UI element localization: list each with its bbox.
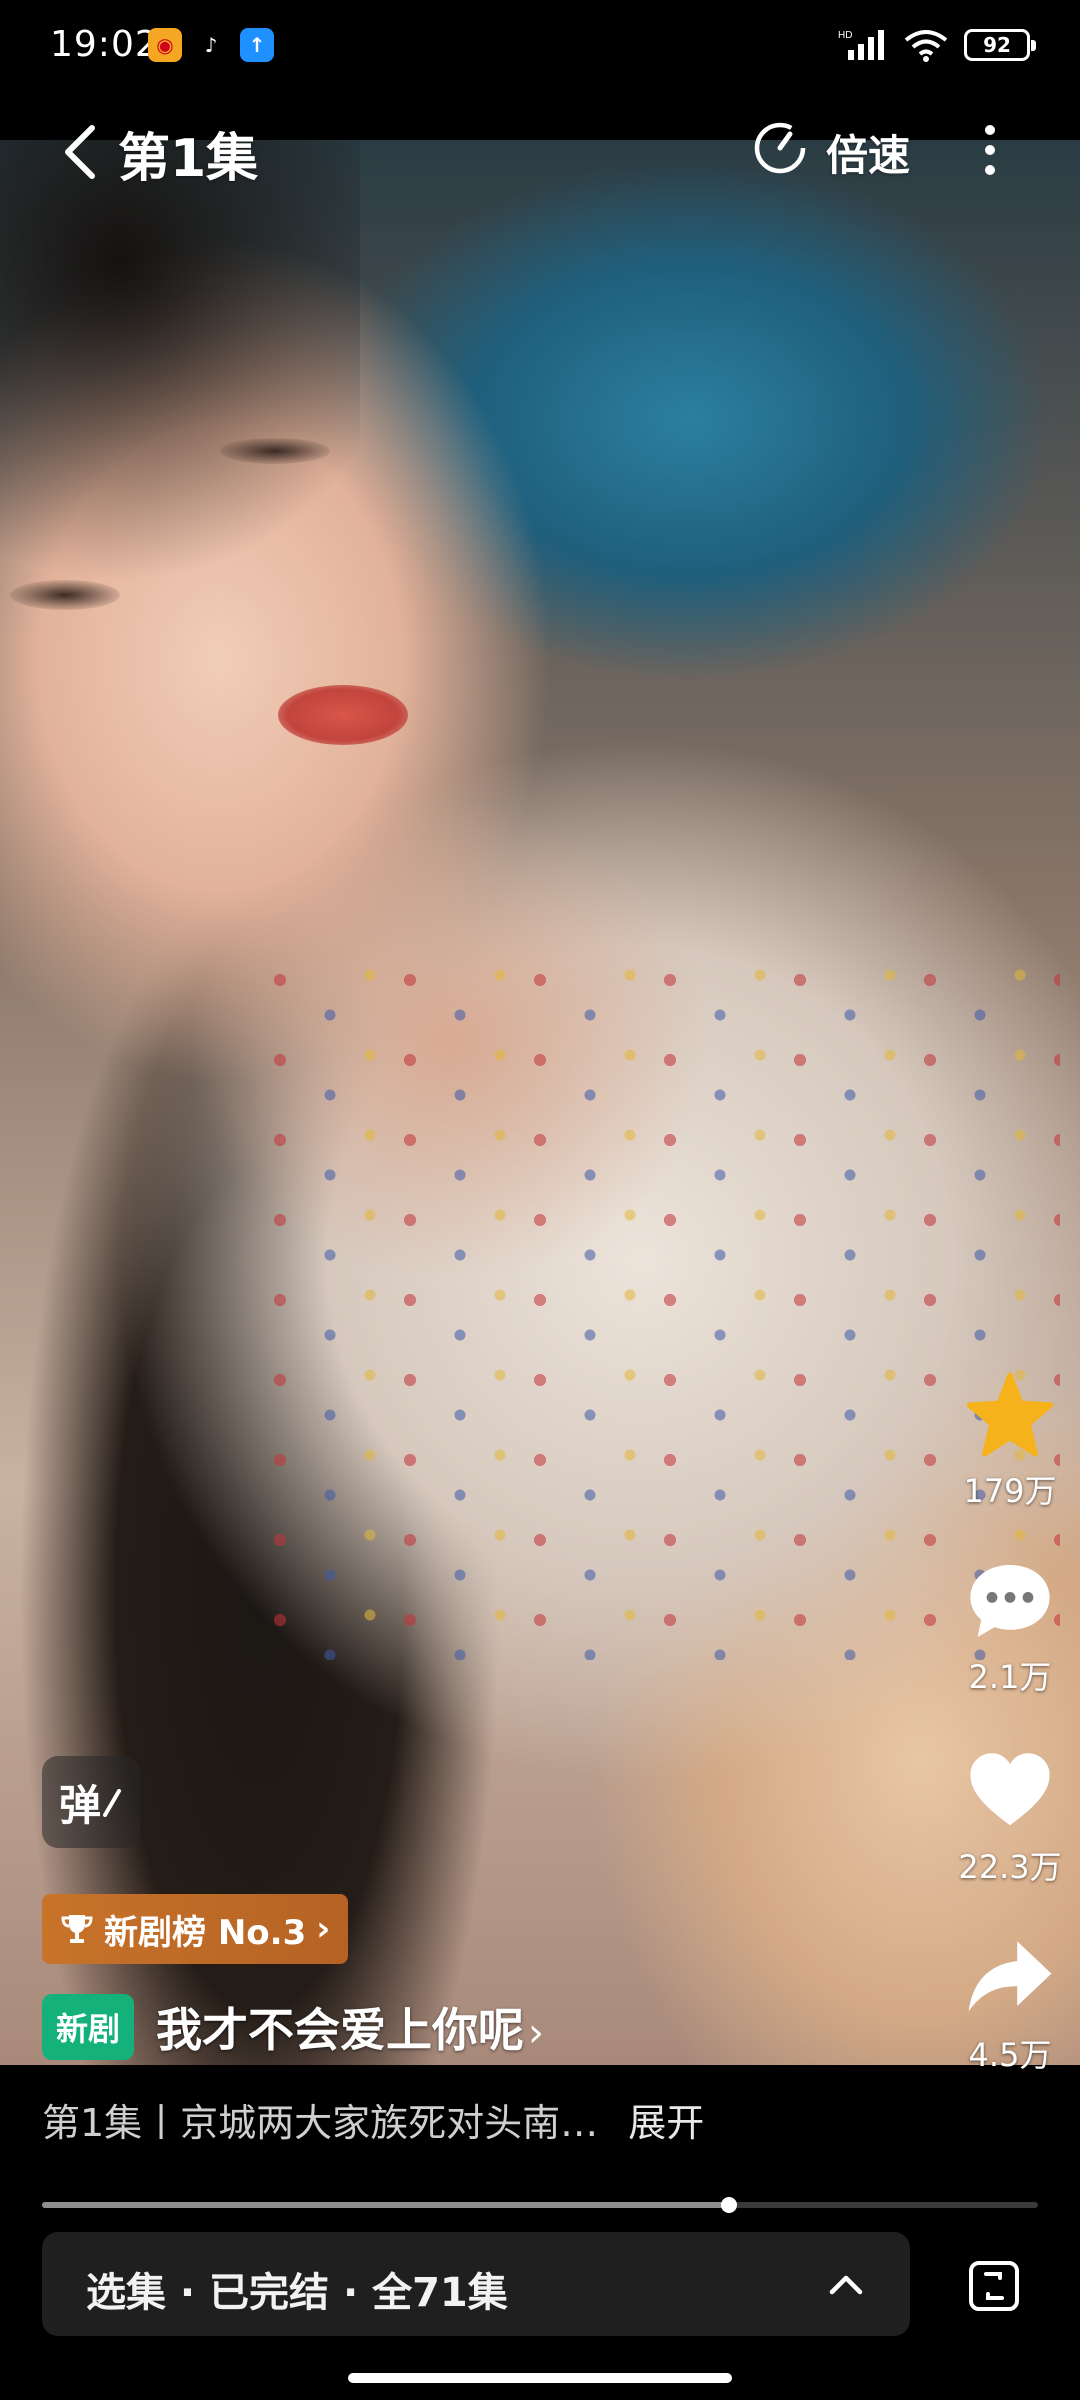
video-player[interactable] bbox=[0, 140, 1080, 2065]
progress-handle[interactable] bbox=[721, 2197, 738, 2213]
like-count: 22.3万 bbox=[958, 1848, 1062, 1886]
like-button[interactable]: 22.3万 bbox=[945, 1746, 1075, 1888]
video-frame-detail bbox=[260, 960, 1060, 1660]
speed-button[interactable]: 倍速 bbox=[826, 122, 910, 183]
playback-progress-bar[interactable] bbox=[42, 2197, 1038, 2213]
network-type: HD bbox=[838, 30, 852, 41]
upload-icon: ↑ bbox=[240, 28, 274, 62]
status-app-icons: ◉ ♪ ↑ bbox=[148, 28, 274, 62]
rank-label: 新剧榜 No.3 bbox=[104, 1912, 307, 1953]
expand-button[interactable]: 展开 bbox=[628, 2101, 704, 2145]
description-text: 第1集丨京城两大家族死对头南… bbox=[42, 2101, 599, 2145]
status-time: 19:02 bbox=[50, 24, 159, 65]
video-frame-detail bbox=[10, 580, 120, 610]
new-drama-tag: 新剧 bbox=[42, 1994, 135, 2060]
comment-button[interactable]: 2.1万 bbox=[945, 1556, 1075, 1698]
back-arrow-icon[interactable] bbox=[56, 122, 106, 182]
weibo-icon: ◉ bbox=[148, 28, 182, 62]
chevron-up-icon[interactable] bbox=[824, 2262, 868, 2306]
favorite-count: 179万 bbox=[963, 1472, 1057, 1510]
episode-selector-label: 选集 · 已完结 · 全71集 bbox=[86, 2270, 508, 2316]
share-count: 4.5万 bbox=[968, 2036, 1052, 2074]
wifi-icon bbox=[904, 30, 948, 62]
tiktok-icon: ♪ bbox=[194, 28, 228, 62]
heart-icon bbox=[970, 1753, 1050, 1826]
episode-title: 第1集 bbox=[118, 129, 259, 189]
more-options-icon[interactable] bbox=[972, 120, 1008, 180]
chevron-right-icon: › bbox=[528, 2010, 545, 2056]
chevron-right-icon: › bbox=[316, 1909, 331, 1949]
top-bar: 第1集 倍速 bbox=[0, 92, 1080, 212]
episode-selector-bar[interactable]: 选集 · 已完结 · 全71集 bbox=[42, 2232, 910, 2336]
signal-icon: HD bbox=[838, 30, 884, 60]
share-arrow-icon bbox=[968, 1941, 1052, 2012]
battery-icon: 92 bbox=[964, 29, 1036, 61]
progress-fill bbox=[42, 2202, 730, 2208]
drama-title-row[interactable]: 新剧 我才不会爱上你呢 › bbox=[42, 1994, 544, 2060]
favorite-button[interactable]: 179万 bbox=[945, 1370, 1075, 1512]
status-bar: 19:02 ◉ ♪ ↑ HD 92 bbox=[0, 0, 1080, 92]
home-indicator[interactable] bbox=[348, 2373, 732, 2383]
pen-icon bbox=[103, 1789, 121, 1817]
comment-icon bbox=[970, 1565, 1050, 1637]
star-icon bbox=[966, 1372, 1054, 1457]
share-button[interactable]: 4.5万 bbox=[945, 1934, 1075, 2076]
video-frame-detail bbox=[278, 685, 408, 745]
trophy-icon bbox=[61, 1915, 93, 1943]
fullscreen-icon[interactable] bbox=[966, 2258, 1022, 2314]
danmu-label: 弹 bbox=[58, 1780, 101, 1830]
drama-title: 我才不会爱上你呢 bbox=[156, 2003, 525, 2057]
danmu-toggle-button[interactable]: 弹 bbox=[42, 1756, 140, 1848]
speed-icon[interactable] bbox=[752, 120, 808, 176]
video-frame-detail bbox=[220, 438, 330, 464]
episode-description: 第1集丨京城两大家族死对头南… 展开 bbox=[42, 2092, 704, 2147]
battery-level: 92 bbox=[983, 33, 1011, 57]
rank-badge[interactable]: 新剧榜 No.3 › bbox=[42, 1894, 349, 1964]
comment-count: 2.1万 bbox=[968, 1658, 1052, 1696]
status-indicators: HD 92 bbox=[838, 28, 1036, 62]
